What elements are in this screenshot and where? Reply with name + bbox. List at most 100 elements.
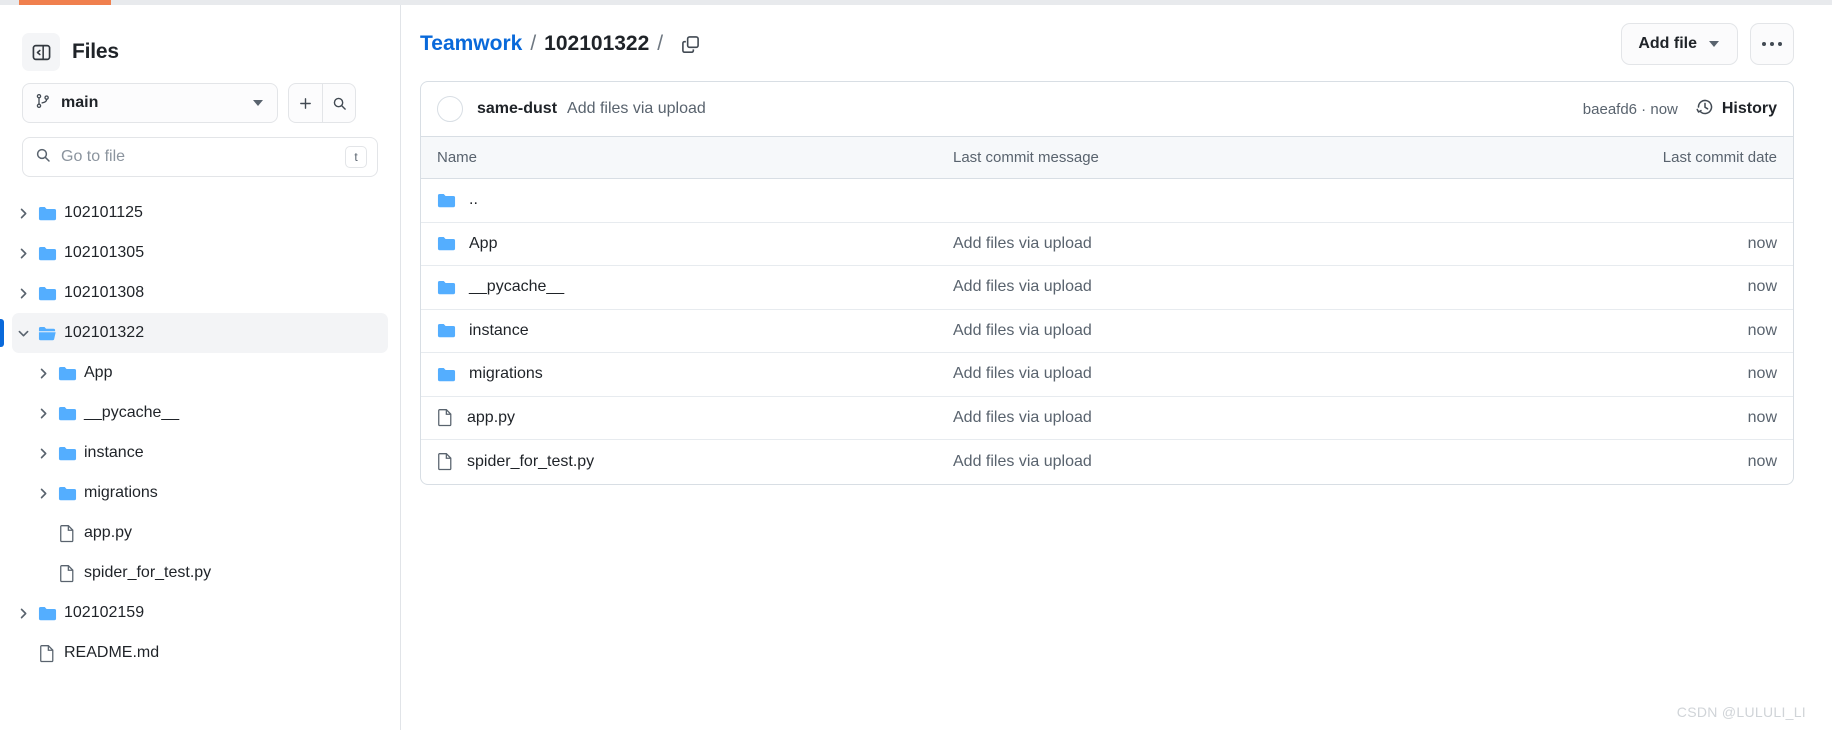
file-row-commit-date: now [1747, 408, 1777, 426]
table-row[interactable]: App Add files via upload now [421, 223, 1793, 266]
chevron-right-icon[interactable] [32, 447, 54, 460]
file-icon [437, 408, 454, 427]
add-file-button[interactable]: Add file [1621, 23, 1738, 65]
folder-icon [54, 485, 80, 502]
chevron-down-icon [1709, 41, 1719, 47]
tree-item-label: App [84, 364, 113, 381]
file-row-commit-message[interactable]: Add files via upload [953, 322, 1597, 340]
history-button[interactable]: History [1696, 98, 1777, 121]
history-clock-icon [1696, 98, 1714, 121]
chevron-right-icon[interactable] [12, 247, 34, 260]
file-row-commit-date: now [1747, 234, 1777, 252]
file-icon [54, 564, 80, 583]
table-row[interactable]: instance Add files via upload now [421, 310, 1793, 353]
file-row-name[interactable]: migrations [469, 365, 543, 383]
sidebar-title: Files [72, 40, 119, 63]
file-row-name-cell: __pycache__ [437, 278, 953, 296]
chevron-down-icon[interactable] [12, 327, 34, 340]
table-row[interactable]: __pycache__ Add files via upload now [421, 266, 1793, 310]
file-row-commit-message[interactable]: Add files via upload [953, 278, 1597, 296]
tree-item-102102159[interactable]: 102102159 [12, 593, 388, 633]
file-row-commit-date: now [1747, 321, 1777, 339]
file-row-commit-message[interactable]: Add files via upload [953, 235, 1597, 253]
folder-icon [34, 605, 60, 622]
branch-name: main [61, 94, 99, 111]
file-table-header: Name Last commit message Last commit dat… [421, 137, 1793, 179]
tree-item-102101305[interactable]: 102101305 [12, 233, 388, 273]
search-input[interactable] [61, 148, 335, 166]
chevron-right-icon[interactable] [12, 287, 34, 300]
table-row[interactable]: migrations Add files via upload now [421, 353, 1793, 397]
table-row[interactable]: spider_for_test.py Add files via upload no… [421, 440, 1793, 484]
folder-icon [437, 235, 456, 252]
commit-message[interactable]: Add files via upload [567, 100, 706, 118]
file-row-name-cell: app.py [437, 408, 953, 427]
chevron-right-icon[interactable] [12, 607, 34, 620]
tree-item-label: migrations [84, 484, 158, 501]
file-row-name[interactable]: app.py [467, 409, 515, 427]
history-label: History [1721, 100, 1777, 117]
tree-item-app-py[interactable]: app.py [32, 513, 388, 553]
tree-item-spider-for-test-py[interactable]: spider_for_test.py [32, 553, 388, 593]
table-row[interactable]: .. [421, 179, 1793, 223]
search-icon[interactable] [322, 83, 356, 123]
branch-selector[interactable]: main [22, 83, 278, 123]
column-header-name: Name [437, 149, 478, 166]
chevron-right-icon[interactable] [32, 487, 54, 500]
kebab-menu-icon[interactable] [1750, 23, 1794, 65]
folder-icon [34, 205, 60, 222]
file-row-name[interactable]: .. [469, 191, 478, 209]
file-row-name-cell: spider_for_test.py [437, 452, 953, 471]
commit-sha-time[interactable]: baeafd6 · now [1583, 101, 1678, 118]
search-shortcut-key: t [345, 146, 367, 168]
file-row-name[interactable]: instance [469, 322, 529, 340]
tree-item-instance[interactable]: instance [32, 433, 388, 473]
breadcrumb-separator: / [657, 32, 664, 55]
chevron-right-icon[interactable] [12, 207, 34, 220]
tree-item-migrations[interactable]: migrations [32, 473, 388, 513]
sidebar-collapse-icon[interactable] [22, 33, 60, 71]
file-row-commit-message[interactable]: Add files via upload [953, 453, 1597, 471]
commit-author[interactable]: same-dust [477, 100, 557, 118]
file-row-commit-message[interactable]: Add files via upload [953, 409, 1597, 427]
file-row-commit-message[interactable]: Add files via upload [953, 365, 1597, 383]
search-icon [35, 147, 51, 168]
dot [1770, 42, 1774, 46]
plus-icon[interactable] [288, 83, 322, 123]
header-actions: Add file [1621, 23, 1794, 65]
file-row-name[interactable]: spider_for_test.py [467, 453, 594, 471]
tree-item-label: README.md [64, 644, 160, 661]
copy-path-icon[interactable] [681, 35, 700, 54]
watermark: CSDN @LULULI_LI [1676, 704, 1806, 720]
breadcrumb-current-folder[interactable]: 102101322 [544, 32, 649, 56]
file-row-name[interactable]: App [469, 235, 497, 253]
chevron-down-icon [253, 100, 263, 106]
sidebar-action-buttons [288, 83, 356, 123]
tree-item-app[interactable]: App [32, 353, 388, 393]
go-to-file-search[interactable]: t [22, 137, 378, 177]
branch-row: main [0, 77, 400, 123]
tree-item-102101308[interactable]: 102101308 [12, 273, 388, 313]
file-icon [54, 524, 80, 543]
file-row-name-cell: App [437, 235, 953, 253]
app-root: Files main Go to file t 102101125 102101… [0, 5, 1832, 730]
file-row-name-cell: instance [437, 322, 953, 340]
file-row-name[interactable]: __pycache__ [469, 278, 564, 296]
chevron-right-icon[interactable] [32, 407, 54, 420]
file-row-commit-date: now [1747, 452, 1777, 470]
tree-item-102101125[interactable]: 102101125 [12, 193, 388, 233]
file-icon [34, 644, 60, 663]
git-branch-icon [35, 93, 51, 114]
tree-item-label: __pycache__ [84, 404, 180, 421]
breadcrumb-repo-link[interactable]: Teamwork [420, 32, 522, 56]
file-icon [437, 452, 454, 471]
table-row[interactable]: app.py Add files via upload now [421, 397, 1793, 440]
tree-item-readme-md[interactable]: README.md [12, 633, 388, 673]
chevron-right-icon[interactable] [32, 367, 54, 380]
tree-item-label: 102101305 [64, 244, 145, 261]
dot [1762, 42, 1766, 46]
column-header-message: Last commit message [953, 149, 1099, 166]
column-header-date: Last commit date [1662, 149, 1777, 166]
tree-item-102101322[interactable]: 102101322 [0, 313, 388, 353]
tree-item-pycache[interactable]: __pycache__ [32, 393, 388, 433]
